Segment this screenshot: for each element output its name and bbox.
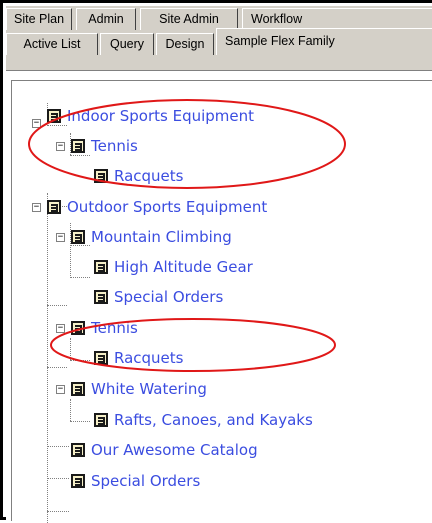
highlight-oval: [28, 99, 346, 189]
tab-sample-flex-family[interactable]: Sample Flex Family: [216, 28, 432, 55]
app-window: Site Plan Admin Site Admin Workflow Acti…: [0, 0, 432, 523]
highlight-oval: [50, 318, 336, 372]
highlight-annotations: [28, 99, 346, 372]
